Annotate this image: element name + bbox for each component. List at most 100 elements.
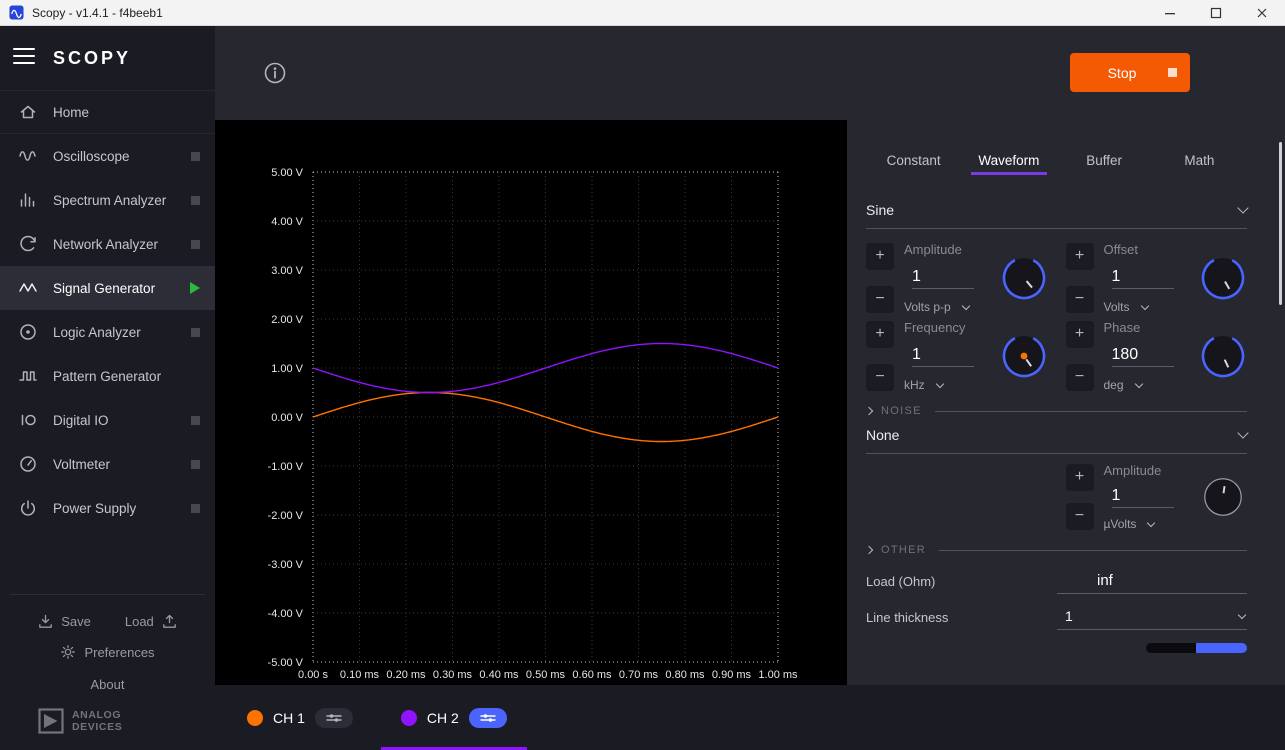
frequency-unit-select[interactable]: kHz — [904, 378, 990, 392]
load-button[interactable]: Load — [125, 613, 178, 630]
amplitude-decrement-button[interactable]: − — [866, 286, 894, 313]
offset-decrement-button[interactable]: − — [1066, 286, 1094, 313]
stop-button[interactable]: Stop — [1070, 53, 1190, 92]
maximize-button[interactable] — [1193, 0, 1239, 26]
svg-text:0.60 ms: 0.60 ms — [572, 669, 612, 681]
sidebar-item-label: Voltmeter — [53, 457, 110, 472]
noise-type-select[interactable]: None — [866, 427, 1247, 454]
sidebar-item-digital-io[interactable]: Digital IO — [0, 398, 215, 442]
tab-waveform[interactable]: Waveform — [961, 153, 1056, 168]
chevron-down-icon — [1134, 380, 1142, 388]
noise-amplitude-value[interactable]: 1 — [1112, 487, 1174, 508]
sidebar-item-logic-analyzer[interactable]: Logic Analyzer — [0, 310, 215, 354]
stopped-indicator — [191, 152, 200, 161]
svg-text:0.40 ms: 0.40 ms — [479, 669, 519, 681]
frequency-increment-button[interactable]: + — [866, 321, 894, 348]
sidebar-item-label: Home — [53, 105, 89, 120]
home-icon — [17, 101, 39, 123]
svg-text:0.80 ms: 0.80 ms — [665, 669, 705, 681]
hamburger-menu-button[interactable] — [13, 47, 35, 70]
waveform-type-select[interactable]: Sine — [866, 202, 1247, 229]
noise-amplitude-increment-button[interactable]: + — [1066, 464, 1094, 491]
run-state-square-icon — [1168, 68, 1177, 77]
waveform-type-value: Sine — [866, 202, 894, 218]
phase-value[interactable]: 180 — [1112, 346, 1174, 367]
about-button[interactable]: About — [0, 664, 215, 698]
channel-2-tab[interactable]: CH 2 — [377, 685, 531, 750]
noise-section-header[interactable]: NOISE — [866, 405, 1247, 417]
tab-constant[interactable]: Constant — [866, 153, 961, 168]
sidebar-item-signal-generator[interactable]: Signal Generator — [0, 266, 215, 310]
frequency-value[interactable]: 1 — [912, 346, 974, 367]
svg-text:0.10 ms: 0.10 ms — [340, 669, 380, 681]
tab-buffer[interactable]: Buffer — [1057, 153, 1152, 168]
channel-1-tab[interactable]: CH 1 — [223, 685, 377, 750]
sidebar-divider — [10, 594, 205, 595]
amplitude-knob[interactable] — [1000, 241, 1048, 315]
channel-2-color-dot — [401, 710, 417, 726]
sidebar-item-voltmeter[interactable]: Voltmeter — [0, 442, 215, 486]
panel-slider[interactable] — [1146, 643, 1247, 653]
amplitude-increment-button[interactable]: + — [866, 243, 894, 270]
waveform-controls: + − Amplitude 1 Volts p-p — [866, 241, 1247, 393]
sidebar-item-spectrum-analyzer[interactable]: Spectrum Analyzer — [0, 178, 215, 222]
stopped-indicator — [191, 328, 200, 337]
amplitude-unit-select[interactable]: Volts p-p — [904, 300, 990, 314]
phase-decrement-button[interactable]: − — [1066, 364, 1094, 391]
offset-value[interactable]: 1 — [1112, 268, 1174, 289]
close-button[interactable] — [1239, 0, 1285, 26]
channel-1-settings-toggle[interactable] — [315, 708, 353, 728]
offset-knob[interactable] — [1199, 241, 1247, 315]
voltmeter-icon — [17, 453, 39, 475]
network-analyzer-icon — [17, 233, 39, 255]
svg-text:5.00 V: 5.00 V — [271, 167, 303, 179]
chevron-down-icon — [1238, 611, 1246, 619]
noise-section-title: NOISE — [881, 405, 922, 417]
noise-amplitude-unit-select[interactable]: µVolts — [1104, 517, 1190, 531]
titlebar: Scopy - v1.4.1 - f4beeb1 — [0, 0, 1285, 26]
amplitude-value[interactable]: 1 — [912, 268, 974, 289]
phase-unit-select[interactable]: deg — [1104, 378, 1190, 392]
chevron-right-icon — [865, 407, 873, 415]
sidebar-item-pattern-generator[interactable]: Pattern Generator — [0, 354, 215, 398]
noise-amplitude-decrement-button[interactable]: − — [1066, 503, 1094, 530]
other-section-header[interactable]: OTHER — [866, 544, 1247, 556]
adjust-icon — [325, 713, 343, 723]
phase-knob[interactable] — [1199, 319, 1247, 393]
line-thickness-select[interactable]: 1 — [1057, 608, 1247, 630]
info-icon[interactable] — [263, 61, 287, 85]
adjust-icon — [479, 713, 497, 723]
sidebar-item-oscilloscope[interactable]: Oscilloscope — [0, 134, 215, 178]
stopped-indicator — [191, 240, 200, 249]
frequency-knob[interactable] — [1000, 319, 1048, 393]
sidebar: SCOPY Home Oscilloscope Spectrum A — [0, 26, 215, 750]
save-button[interactable]: Save — [37, 613, 91, 630]
noise-amplitude-knob[interactable] — [1199, 462, 1247, 532]
channel-1-color-dot — [247, 710, 263, 726]
sidebar-item-network-analyzer[interactable]: Network Analyzer — [0, 222, 215, 266]
offset-increment-button[interactable]: + — [1066, 243, 1094, 270]
frequency-decrement-button[interactable]: − — [866, 364, 894, 391]
tab-math[interactable]: Math — [1152, 153, 1247, 168]
noise-amplitude-control: + − Amplitude 1 µVolts — [1066, 462, 1248, 532]
brand-line1: ANALOG — [72, 709, 122, 721]
load-ohm-input[interactable]: inf — [1057, 572, 1247, 594]
channel-2-label: CH 2 — [427, 710, 459, 726]
offset-unit-select[interactable]: Volts — [1104, 300, 1190, 314]
minimize-button[interactable] — [1147, 0, 1193, 26]
chevron-down-icon — [1237, 202, 1248, 213]
sidebar-item-label: Oscilloscope — [53, 149, 130, 164]
panel-scrollbar[interactable] — [1279, 142, 1282, 305]
running-indicator — [190, 282, 200, 294]
svg-text:-5.00 V: -5.00 V — [268, 657, 304, 669]
chevron-down-icon — [1237, 427, 1248, 438]
sidebar-item-power-supply[interactable]: Power Supply — [0, 486, 215, 530]
phase-increment-button[interactable]: + — [1066, 321, 1094, 348]
spectrum-analyzer-icon — [17, 189, 39, 211]
slider-handle[interactable] — [1196, 643, 1247, 653]
signal-generator-panel: Constant Waveform Buffer Math Sine + − — [847, 120, 1285, 685]
channel-2-settings-toggle[interactable] — [469, 708, 507, 728]
sidebar-item-home[interactable]: Home — [0, 90, 215, 134]
preferences-button[interactable]: Preferences — [0, 634, 215, 664]
signal-plot[interactable]: 0.00 s0.10 ms0.20 ms0.30 ms0.40 ms0.50 m… — [215, 120, 847, 685]
